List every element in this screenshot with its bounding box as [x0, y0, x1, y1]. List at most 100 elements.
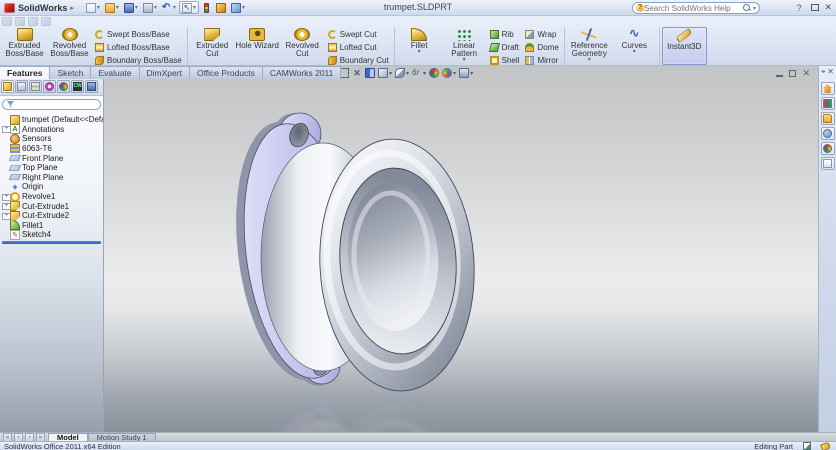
- extruded-boss-base-button[interactable]: Extruded Boss/Base: [2, 27, 47, 65]
- instant3d-button[interactable]: Instant3D: [662, 27, 707, 65]
- displaymanager-tab[interactable]: [57, 80, 70, 93]
- dimxpertmanager-tab[interactable]: [43, 80, 56, 93]
- solidworks-menu[interactable]: SolidWorks ▸: [4, 3, 74, 13]
- doc-minimize-button[interactable]: [776, 75, 783, 77]
- restore-button[interactable]: [811, 4, 819, 11]
- command-tab[interactable]: CAMWorks 2011: [263, 66, 341, 79]
- task-pane-close-icon[interactable]: ✕: [827, 68, 834, 76]
- task-pane-pin-icon[interactable]: ⌖: [821, 68, 826, 76]
- solidworks-resources-button[interactable]: [821, 82, 835, 95]
- extruded-cut-button[interactable]: Extruded Cut: [190, 27, 235, 65]
- help-button[interactable]: ?: [796, 3, 801, 13]
- tree-item[interactable]: Revolve1: [2, 192, 103, 202]
- ribbon-small-button[interactable]: Lofted Cut: [325, 41, 392, 53]
- tree-item[interactable]: Top Plane: [2, 163, 103, 173]
- doc-close-button[interactable]: ✕: [802, 69, 810, 78]
- search-button[interactable]: [821, 127, 835, 140]
- command-tab[interactable]: Evaluate: [91, 66, 139, 79]
- ribbon-small-button[interactable]: Dome: [522, 41, 561, 53]
- configurationmanager-tab[interactable]: [29, 80, 42, 93]
- doc-restore-button[interactable]: [789, 70, 796, 77]
- tree-item[interactable]: Cut-Extrude1: [2, 201, 103, 211]
- close-button[interactable]: ✕: [824, 2, 832, 13]
- tree-item[interactable]: Right Plane: [2, 173, 103, 183]
- file-explorer-button[interactable]: [821, 112, 835, 125]
- display-style-button[interactable]: ▾: [395, 68, 409, 78]
- tree-item[interactable]: Origin: [2, 182, 103, 192]
- rollback-bar[interactable]: [2, 241, 101, 244]
- tree-item[interactable]: Sketch4: [2, 230, 103, 240]
- reference-geometry-button[interactable]: Reference Geometry ▾: [567, 27, 612, 65]
- ribbon-small-button[interactable]: Shell: [487, 54, 523, 66]
- ribbon-small-button[interactable]: Mirror: [522, 54, 561, 66]
- options-button[interactable]: ▾: [229, 1, 247, 14]
- featuremanager-tree-tab[interactable]: [1, 80, 14, 93]
- ribbon-small-button[interactable]: Boundary Cut: [325, 54, 392, 66]
- ribbon-small-button[interactable]: Boundary Boss/Base: [92, 54, 185, 66]
- camworks-operation-tree-tab[interactable]: [85, 80, 98, 93]
- feature-small-buttons-2: Wrap Dome Mirror: [522, 27, 561, 66]
- previous-view-button[interactable]: ✕: [352, 68, 362, 78]
- select-button[interactable]: ↖▾: [179, 1, 199, 14]
- expand-toggle[interactable]: [2, 212, 10, 220]
- ribbon-small-button[interactable]: Swept Boss/Base: [92, 28, 185, 40]
- reference-geometry-dropdown-icon[interactable]: ▾: [588, 58, 591, 63]
- propertymanager-tab[interactable]: [15, 80, 28, 93]
- ribbon-small-button[interactable]: Lofted Boss/Base: [92, 41, 185, 53]
- graphics-viewport[interactable]: 3S ✕ ▾ ▾ 6r▾ ▾ ▾ ✕: [0, 66, 818, 432]
- ribbon-small-button[interactable]: Rib: [487, 28, 523, 40]
- curves-dropdown-icon[interactable]: ▾: [633, 50, 636, 55]
- tree-item[interactable]: 6063-T6: [2, 144, 103, 154]
- tree-item[interactable]: Fillet1: [2, 221, 103, 231]
- save-button[interactable]: ▾: [122, 1, 140, 14]
- print-button[interactable]: ▾: [141, 1, 159, 14]
- undo-button[interactable]: ↶▾: [160, 1, 178, 14]
- hide-show-items-button[interactable]: 6r▾: [412, 68, 426, 78]
- linear-pattern-button[interactable]: Linear Pattern ▾: [442, 27, 487, 65]
- expand-toggle[interactable]: [2, 202, 10, 210]
- tree-filter-box[interactable]: [2, 99, 101, 110]
- design-library-button[interactable]: [821, 97, 835, 110]
- tree-item[interactable]: Annotations: [2, 125, 103, 135]
- command-tab[interactable]: DimXpert: [140, 66, 190, 79]
- search-magnifier-icon[interactable]: [743, 4, 751, 12]
- tree-item[interactable]: trumpet (Default<<Default>_Dis: [2, 115, 103, 125]
- search-input[interactable]: [644, 4, 743, 13]
- search-scope-dropdown-icon[interactable]: ▾: [753, 5, 756, 12]
- rebuild-button[interactable]: [200, 1, 213, 14]
- tree-item[interactable]: Cut-Extrude2: [2, 211, 103, 221]
- help-search-box[interactable]: ? ▾: [632, 2, 760, 14]
- edit-appearance-button[interactable]: [429, 68, 439, 78]
- tree-item[interactable]: Sensors: [2, 134, 103, 144]
- ribbon-small-button[interactable]: Draft: [487, 41, 523, 53]
- fillet-dropdown-icon[interactable]: ▾: [418, 50, 421, 55]
- curves-button[interactable]: ∿ Curves ▾: [612, 27, 657, 65]
- apply-scene-button[interactable]: ▾: [442, 68, 456, 78]
- pattern-dropdown-icon[interactable]: ▾: [463, 58, 466, 63]
- file-properties-button[interactable]: [214, 1, 228, 14]
- tag-icon[interactable]: [820, 441, 831, 450]
- open-button[interactable]: ▾: [103, 1, 121, 14]
- trumpet-3d-model[interactable]: [211, 95, 491, 440]
- hole-wizard-button[interactable]: Hole Wizard: [235, 27, 280, 65]
- revolved-boss-base-button[interactable]: Revolved Boss/Base: [47, 27, 92, 65]
- tree-item[interactable]: Front Plane: [2, 153, 103, 163]
- command-tab[interactable]: Features: [0, 66, 50, 79]
- appearances-scenes-button[interactable]: [821, 142, 835, 155]
- section-view-button[interactable]: [365, 68, 375, 78]
- command-tab[interactable]: Office Products: [190, 66, 263, 79]
- motion-study-tab[interactable]: Motion Study 1: [88, 433, 156, 441]
- expand-toggle[interactable]: [2, 193, 10, 201]
- command-tab[interactable]: Sketch: [50, 66, 91, 79]
- ribbon-small-button[interactable]: Swept Cut: [325, 28, 392, 40]
- model-tab[interactable]: Model: [48, 433, 88, 441]
- fillet-button[interactable]: Fillet ▾: [397, 27, 442, 65]
- view-settings-button[interactable]: ▾: [459, 68, 473, 78]
- view-orientation-button[interactable]: ▾: [378, 68, 392, 78]
- camworks-feature-tree-tab[interactable]: CW: [71, 80, 84, 93]
- revolved-cut-button[interactable]: Revolved Cut: [280, 27, 325, 65]
- ribbon-small-button[interactable]: Wrap: [522, 28, 561, 40]
- new-document-button[interactable]: ▾: [84, 1, 102, 14]
- custom-properties-button[interactable]: [821, 157, 835, 170]
- expand-toggle[interactable]: [2, 125, 10, 133]
